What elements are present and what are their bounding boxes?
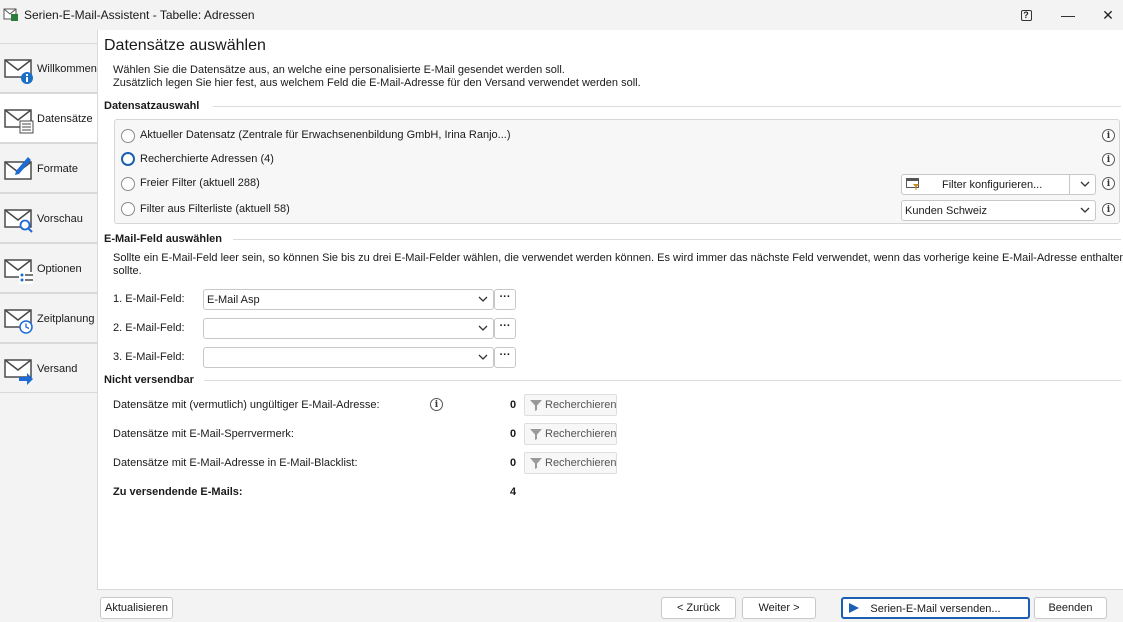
funnel-icon bbox=[530, 429, 542, 440]
send-label: Serien-E-Mail versenden... bbox=[870, 603, 1001, 615]
research-blacklist-button[interactable]: Recherchieren bbox=[524, 452, 617, 474]
sidebar-item-label: Optionen bbox=[37, 263, 82, 275]
title-bar: Serien-E-Mail-Assistent - Tabelle: Adres… bbox=[0, 0, 1123, 30]
email-field-1-select[interactable]: E-Mail Asp bbox=[203, 289, 494, 310]
divider bbox=[204, 380, 1121, 381]
sidebar-item-formate[interactable]: Formate bbox=[0, 143, 98, 193]
play-icon bbox=[849, 603, 859, 613]
email-field-description-line2: sollte. bbox=[113, 265, 142, 277]
radio-free-filter[interactable] bbox=[121, 177, 135, 191]
invalid-email-count: 0 bbox=[510, 399, 517, 411]
sidebar-item-zeitplanung[interactable]: Zeitplanung bbox=[0, 293, 98, 343]
window-title: Serien-E-Mail-Assistent - Tabelle: Adres… bbox=[24, 8, 255, 22]
email-field-1-more-button[interactable]: ··· bbox=[494, 289, 516, 310]
radio-filter-list[interactable] bbox=[121, 202, 135, 216]
info-icon[interactable]: i bbox=[1102, 177, 1115, 190]
email-field-3-more-button[interactable]: ··· bbox=[494, 347, 516, 368]
mail-list-icon bbox=[4, 109, 34, 134]
funnel-icon bbox=[530, 400, 542, 411]
email-field-1-value: E-Mail Asp bbox=[207, 294, 260, 306]
research-label: Recherchieren bbox=[545, 428, 617, 440]
blacklist-email-count: 0 bbox=[510, 457, 517, 469]
back-button[interactable]: < Zurück bbox=[661, 597, 736, 619]
intro-text-line1: Wählen Sie die Datensätze aus, an welche… bbox=[113, 64, 565, 76]
section-heading-not-sendable: Nicht versendbar bbox=[104, 374, 194, 386]
mail-clock-icon bbox=[4, 309, 33, 334]
divider bbox=[213, 106, 1121, 107]
filter-configure-label: Filter konfigurieren... bbox=[942, 179, 1043, 191]
mail-search-icon bbox=[4, 209, 33, 233]
chevron-down-icon bbox=[1080, 207, 1090, 213]
chevron-down-icon[interactable] bbox=[1078, 177, 1092, 191]
research-label: Recherchieren bbox=[545, 399, 617, 411]
mail-send-icon bbox=[4, 359, 33, 385]
email-field-2-more-button[interactable]: ··· bbox=[494, 318, 516, 339]
mail-info-icon bbox=[4, 59, 33, 84]
radio-label-free-filter[interactable]: Freier Filter (aktuell 288) bbox=[140, 177, 260, 189]
section-heading-email-field: E-Mail-Feld auswählen bbox=[104, 233, 222, 245]
sidebar-item-label: Versand bbox=[37, 363, 78, 375]
send-serial-email-button[interactable]: Serien-E-Mail versenden... bbox=[841, 597, 1030, 619]
sidebar-item-label: Zeitplanung bbox=[37, 313, 95, 325]
total-emails-label: Zu versendende E-Mails: bbox=[113, 486, 243, 498]
filterlist-select[interactable]: Kunden Schweiz bbox=[901, 200, 1096, 221]
chevron-down-icon bbox=[478, 354, 488, 360]
mail-edit-icon bbox=[4, 157, 32, 180]
divider bbox=[233, 239, 1121, 240]
finish-button[interactable]: Beenden bbox=[1034, 597, 1107, 619]
sidebar-item-optionen[interactable]: Optionen bbox=[0, 243, 98, 293]
intro-text-line2: Zusätzlich legen Sie hier fest, aus welc… bbox=[113, 77, 641, 89]
sidebar-item-label: Willkommen bbox=[37, 63, 97, 75]
filter-configure-button[interactable]: Filter konfigurieren... bbox=[901, 174, 1096, 195]
sidebar-item-datensaetze[interactable]: Datensätze bbox=[0, 93, 99, 143]
close-button[interactable]: ✕ bbox=[1088, 0, 1123, 30]
radio-researched-addresses[interactable] bbox=[121, 152, 135, 166]
info-icon[interactable]: i bbox=[1102, 153, 1115, 166]
page-title: Datensätze auswählen bbox=[104, 37, 266, 54]
sidebar-item-label: Datensätze bbox=[37, 113, 93, 125]
blacklist-email-label: Datensätze mit E-Mail-Adresse in E-Mail-… bbox=[113, 457, 358, 469]
split-divider bbox=[1069, 175, 1070, 194]
email-field-2-select[interactable] bbox=[203, 318, 494, 339]
refresh-button[interactable]: Aktualisieren bbox=[100, 597, 173, 619]
sidebar-item-label: Vorschau bbox=[37, 213, 83, 225]
app-icon bbox=[3, 8, 18, 21]
radio-label-filter-list[interactable]: Filter aus Filterliste (aktuell 58) bbox=[140, 203, 290, 215]
research-label: Recherchieren bbox=[545, 457, 617, 469]
email-field-3-label: 3. E-Mail-Feld: bbox=[113, 351, 185, 363]
radio-label-current-record[interactable]: Aktueller Datensatz (Zentrale für Erwach… bbox=[140, 129, 511, 141]
sidebar-item-vorschau[interactable]: Vorschau bbox=[0, 193, 98, 243]
filter-window-icon bbox=[906, 178, 919, 190]
chevron-down-icon bbox=[478, 296, 488, 302]
blocked-email-label: Datensätze mit E-Mail-Sperrvermerk: bbox=[113, 428, 294, 440]
blocked-email-count: 0 bbox=[510, 428, 517, 440]
next-button[interactable]: Weiter > bbox=[742, 597, 816, 619]
research-invalid-button[interactable]: Recherchieren bbox=[524, 394, 617, 416]
sidebar-item-versand[interactable]: Versand bbox=[0, 343, 98, 393]
mail-options-icon bbox=[4, 259, 33, 284]
email-field-2-label: 2. E-Mail-Feld: bbox=[113, 322, 185, 334]
info-icon[interactable]: i bbox=[1102, 129, 1115, 142]
info-icon[interactable]: i bbox=[430, 398, 443, 411]
total-emails-count: 4 bbox=[510, 486, 517, 498]
email-field-description-line1: Sollte ein E-Mail-Feld leer sein, so kön… bbox=[113, 252, 1123, 264]
main-panel: Datensätze auswählen Wählen Sie die Date… bbox=[97, 30, 1123, 590]
research-blocked-button[interactable]: Recherchieren bbox=[524, 423, 617, 445]
funnel-icon bbox=[530, 458, 542, 469]
radio-current-record[interactable] bbox=[121, 129, 135, 143]
help-button[interactable]: ? bbox=[1006, 0, 1046, 30]
info-icon[interactable]: i bbox=[1102, 203, 1115, 216]
chevron-down-icon bbox=[478, 325, 488, 331]
wizard-sidebar: Willkommen Datensätze Formate Vorschau O… bbox=[0, 30, 99, 622]
radio-label-researched-addresses[interactable]: Recherchierte Adressen (4) bbox=[140, 153, 274, 165]
sidebar-item-willkommen[interactable]: Willkommen bbox=[0, 43, 98, 93]
sidebar-item-label: Formate bbox=[37, 163, 78, 175]
help-icon: ? bbox=[1020, 9, 1032, 21]
email-field-1-label: 1. E-Mail-Feld: bbox=[113, 293, 185, 305]
email-field-3-select[interactable] bbox=[203, 347, 494, 368]
minimize-button[interactable]: — bbox=[1048, 0, 1088, 30]
section-heading-datensatzauswahl: Datensatzauswahl bbox=[104, 100, 200, 112]
invalid-email-label: Datensätze mit (vermutlich) ungültiger E… bbox=[113, 399, 380, 411]
filterlist-value: Kunden Schweiz bbox=[905, 205, 987, 217]
